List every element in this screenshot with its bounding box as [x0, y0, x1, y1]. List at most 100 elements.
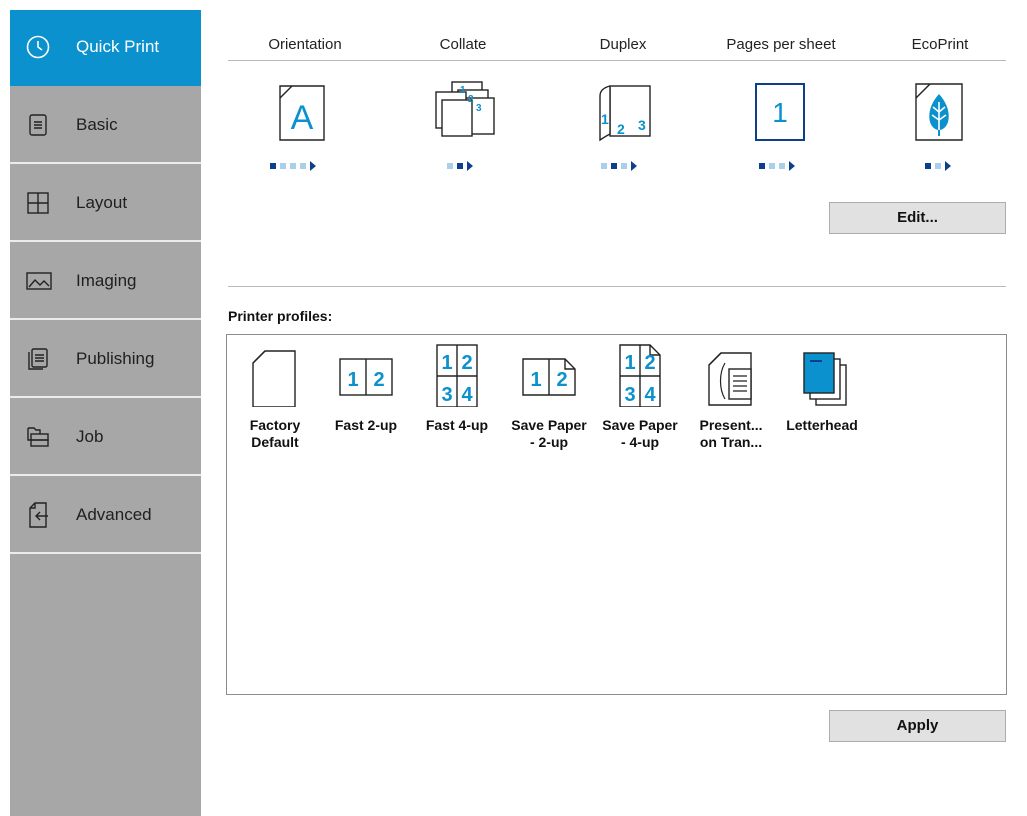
option-dot: [621, 163, 627, 169]
profile-factory-default[interactable]: Factory Default: [229, 343, 321, 451]
document-icon: [29, 114, 47, 136]
profile-glyph: 2: [556, 369, 567, 391]
sidebar-item-advanced[interactable]: Advanced: [10, 478, 201, 554]
profile-glyph: 2: [373, 369, 384, 391]
image-icon: [26, 272, 52, 290]
collate-options-indicator[interactable]: [447, 161, 507, 171]
option-dot: [601, 163, 607, 169]
save-paper-two-up-icon: 1 2: [522, 358, 576, 396]
profile-glyph: 1: [347, 369, 358, 391]
option-dot: [447, 163, 453, 169]
duplex-icon[interactable]: 1 2 3: [588, 78, 660, 142]
profile-label: Save Paper - 4-up: [602, 417, 678, 450]
profile-letterhead[interactable]: Letterhead: [776, 343, 868, 434]
profile-glyph: 3: [624, 384, 635, 406]
profile-label: Letterhead: [786, 417, 858, 433]
two-up-icon: 1 2: [339, 358, 393, 396]
profile-label: Fast 2-up: [334, 417, 398, 433]
profile-fast-4-up[interactable]: 1 2 3 4 Fast 4-up: [411, 343, 503, 434]
profile-save-paper-2-up[interactable]: 1 2 Save Paper - 2-up: [503, 343, 595, 451]
duplex-glyph-1: 1: [601, 111, 609, 127]
job-stack-icon: [27, 427, 49, 447]
collate-icon[interactable]: 1 2 3: [428, 78, 500, 142]
orientation-header: Orientation: [268, 36, 342, 53]
sidebar-item-label: Publishing: [76, 349, 155, 368]
profile-glyph: 2: [644, 352, 655, 374]
sidebar-nav: Quick Print Basic Layout Imaging Publish…: [10, 10, 201, 816]
four-up-icon: 1 2 3 4: [436, 344, 478, 407]
profile-label: Factory Default: [249, 417, 301, 450]
option-dot: [290, 163, 296, 169]
option-dot: [769, 163, 775, 169]
profile-label: Fast 4-up: [425, 417, 489, 433]
ecoprint-options-indicator[interactable]: [925, 161, 975, 171]
profile-save-paper-4-up[interactable]: 1 2 3 4 Save Paper - 4-up: [594, 343, 686, 451]
clock-icon: [26, 35, 50, 59]
profile-glyph: 4: [644, 384, 656, 406]
next-option-arrow-icon[interactable]: [310, 161, 316, 171]
duplex-options-indicator[interactable]: [601, 161, 661, 171]
sidebar-item-publishing[interactable]: Publishing: [10, 322, 201, 398]
pages-per-sheet-glyph: 1: [772, 97, 788, 128]
sidebar-item-label: Advanced: [76, 505, 152, 524]
profile-label: Save Paper - 2-up: [511, 417, 587, 450]
option-dot: [270, 163, 276, 169]
printer-profiles-list: Factory Default 1 2 Fast 2-up 1 2 3 4 Fa…: [226, 334, 1007, 695]
next-option-arrow-icon[interactable]: [789, 161, 795, 171]
collate-glyph-3: 3: [476, 103, 482, 114]
apply-button[interactable]: Apply: [829, 710, 1006, 742]
profile-glyph: 1: [624, 352, 635, 374]
next-option-arrow-icon[interactable]: [467, 161, 473, 171]
option-dot: [779, 163, 785, 169]
ecoprint-leaf-icon[interactable]: [906, 78, 978, 142]
blank-page-icon: [252, 350, 296, 407]
next-option-arrow-icon[interactable]: [631, 161, 637, 171]
profile-fast-2-up[interactable]: 1 2 Fast 2-up: [320, 343, 412, 434]
profile-label: Present... on Tran...: [699, 417, 763, 450]
duplex-glyph-2: 2: [617, 121, 625, 137]
sidebar-item-job[interactable]: Job: [10, 400, 201, 476]
option-dot: [457, 163, 463, 169]
duplex-glyph-3: 3: [638, 117, 646, 133]
save-paper-four-up-icon: 1 2 3 4: [619, 344, 661, 407]
profile-glyph: 3: [441, 384, 452, 406]
option-dot: [280, 163, 286, 169]
sidebar-item-label: Imaging: [76, 271, 137, 290]
collate-glyph-1: 1: [460, 85, 466, 96]
letterhead-icon: [803, 352, 847, 406]
publishing-icon: [28, 348, 48, 370]
transparency-icon: [708, 352, 752, 406]
ecoprint-header: EcoPrint: [911, 36, 969, 53]
sidebar-item-basic[interactable]: Basic: [10, 88, 201, 164]
grid-layout-icon: [27, 192, 49, 214]
sidebar-item-label: Job: [76, 427, 104, 446]
profile-glyph: 1: [441, 352, 452, 374]
option-dot: [935, 163, 941, 169]
collate-header: Collate: [439, 36, 487, 53]
collate-glyph-2: 2: [468, 94, 474, 105]
sidebar-item-imaging[interactable]: Imaging: [10, 244, 201, 320]
pages-per-sheet-header: Pages per sheet: [726, 36, 836, 53]
sidebar-item-label: Quick Print: [76, 37, 160, 56]
sidebar-item-quick-print[interactable]: Quick Print: [10, 10, 201, 86]
next-option-arrow-icon[interactable]: [945, 161, 951, 171]
orientation-options-indicator[interactable]: [270, 161, 350, 171]
option-dot: [611, 163, 617, 169]
printer-profiles-label: Printer profiles:: [228, 308, 333, 324]
pages-per-sheet-icon[interactable]: 1: [746, 78, 818, 142]
header-divider: [228, 60, 1006, 61]
sidebar-item-label: Layout: [76, 193, 128, 212]
sidebar-item-label: Basic: [76, 115, 118, 134]
profile-glyph: 1: [530, 369, 541, 391]
duplex-header: Duplex: [599, 36, 647, 53]
profile-glyph: 4: [461, 384, 473, 406]
profile-glyph: 2: [461, 352, 472, 374]
orientation-glyph: A: [291, 99, 314, 137]
edit-button[interactable]: Edit...: [829, 202, 1006, 234]
sidebar-item-layout[interactable]: Layout: [10, 166, 201, 242]
profile-presentation-on-transparency[interactable]: Present... on Tran...: [685, 343, 777, 451]
orientation-portrait-icon[interactable]: A: [270, 78, 342, 142]
option-dot: [300, 163, 306, 169]
pages-per-sheet-options-indicator[interactable]: [759, 161, 819, 171]
option-dot: [925, 163, 931, 169]
